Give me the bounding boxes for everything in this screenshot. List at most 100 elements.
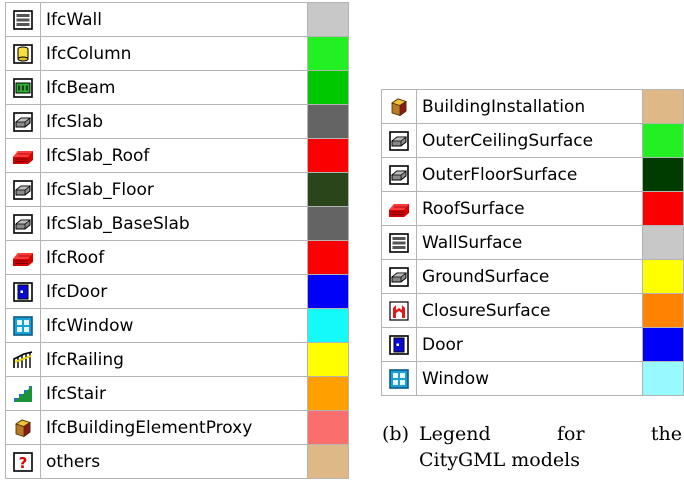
ifc-legend-row: IfcBuildingElementProxy [5,410,349,445]
ifc-legend-row: IfcRoof [5,240,349,275]
ifc-legend-color-swatch [307,444,349,479]
closure-icon [381,293,417,328]
ifc-legend-label: IfcWindow [40,308,308,343]
citygml-legend-color-swatch [642,89,684,124]
slab-icon [5,172,41,207]
beam-icon [5,70,41,105]
citygml-legend-color-swatch [642,293,684,328]
ifc-legend-label: IfcSlab_Floor [40,172,308,207]
citygml-legend-color-swatch [642,157,684,192]
citygml-legend-label: ClosureSurface [416,293,643,328]
window-icon [381,361,417,396]
ifc-legend-label: IfcSlab_BaseSlab [40,206,308,241]
ifc-legend-color-swatch [307,2,349,37]
citygml-legend-label: GroundSurface [416,259,643,294]
column-icon [5,36,41,71]
citygml-legend-row: BuildingInstallation [381,89,684,124]
ifc-legend-label: IfcRoof [40,240,308,275]
door-icon [381,327,417,362]
slab-icon [381,123,417,158]
citygml-legend-row: RoofSurface [381,191,684,226]
ifc-legend-row: ? others [5,444,349,479]
citygml-legend-label: WallSurface [416,225,643,260]
ifc-legend-color-swatch [307,138,349,173]
door-icon [5,274,41,309]
citygml-legend-row: GroundSurface [381,259,684,294]
legend-figure: IfcWall IfcColumn IfcBeam IfcSlab IfcSlab_Ro… [0,0,684,490]
ifc-legend-row: IfcWall [5,2,349,37]
citygml-legend-color-swatch [642,225,684,260]
ifc-legend-color-swatch [307,104,349,139]
citygml-legend-color-swatch [642,123,684,158]
citygml-legend-label: OuterFloorSurface [416,157,643,192]
ifc-legend-row: IfcSlab_Floor [5,172,349,207]
ifc-legend-row: IfcSlab_Roof [5,138,349,173]
ifc-legend-color-swatch [307,206,349,241]
ifc-legend-row: IfcRailing [5,342,349,377]
ifc-legend-color-swatch [307,342,349,377]
citygml-legend-color-swatch [642,327,684,362]
window-icon [5,308,41,343]
ifc-legend-color-swatch [307,36,349,71]
citygml-legend-row: OuterCeilingSurface [381,123,684,158]
ifc-legend-label: IfcRailing [40,342,308,377]
ifc-legend-color-swatch [307,70,349,105]
wall-icon [5,2,41,37]
slab-icon [381,157,417,192]
citygml-legend-color-swatch [642,361,684,396]
ifc-legend-row: IfcBeam [5,70,349,105]
citygml-legend-label: RoofSurface [416,191,643,226]
slab-icon [381,259,417,294]
citygml-legend-row: ClosureSurface [381,293,684,328]
ifc-legend-label: IfcSlab_Roof [40,138,308,173]
ifc-legend-label: others [40,444,308,479]
citygml-legend-label: Door [416,327,643,362]
proxy-icon [381,89,417,124]
citygml-legend-row: WallSurface [381,225,684,260]
ifc-legend-row: IfcColumn [5,36,349,71]
ifc-legend-color-swatch [307,172,349,207]
ifc-legend-table: IfcWall IfcColumn IfcBeam IfcSlab IfcSlab_Ro… [5,2,349,479]
railing-icon [5,342,41,377]
ifc-legend-label: IfcWall [40,2,308,37]
figure-caption-b: (b) Legend for the CityGML models [382,421,682,473]
caption-line-2: CityGML models [419,449,580,471]
citygml-legend-label: BuildingInstallation [416,89,643,124]
ifc-legend-color-swatch [307,240,349,275]
citygml-legend-color-swatch [642,259,684,294]
proxy-icon [5,410,41,445]
ifc-legend-label: IfcBuildingElementProxy [40,410,308,445]
roof-icon [381,191,417,226]
slab-icon [5,206,41,241]
ifc-legend-row: IfcDoor [5,274,349,309]
citygml-legend-row: Door [381,327,684,362]
ifc-legend-row: IfcSlab [5,104,349,139]
citygml-legend-label: Window [416,361,643,396]
wall-icon [381,225,417,260]
ifc-legend-label: IfcColumn [40,36,308,71]
slab-icon [5,104,41,139]
citygml-legend-row: OuterFloorSurface [381,157,684,192]
citygml-legend-color-swatch [642,191,684,226]
roof-icon [5,138,41,173]
caption-line-1: Legend for the [419,423,682,445]
ifc-legend-color-swatch [307,308,349,343]
ifc-legend-row: IfcWindow [5,308,349,343]
caption-number: (b) [382,423,409,445]
ifc-legend-label: IfcDoor [40,274,308,309]
ifc-legend-color-swatch [307,274,349,309]
citygml-legend-row: Window [381,361,684,396]
citygml-legend-label: OuterCeilingSurface [416,123,643,158]
question-icon: ? [5,444,41,479]
ifc-legend-row: IfcSlab_BaseSlab [5,206,349,241]
stair-icon [5,376,41,411]
ifc-legend-label: IfcBeam [40,70,308,105]
ifc-legend-label: IfcStair [40,376,308,411]
ifc-legend-row: IfcStair [5,376,349,411]
citygml-legend-table: BuildingInstallation OuterCeilingSurface O… [381,89,684,396]
ifc-legend-color-swatch [307,376,349,411]
ifc-legend-label: IfcSlab [40,104,308,139]
svg-text:?: ? [19,454,28,472]
ifc-legend-color-swatch [307,410,349,445]
roof-icon [5,240,41,275]
